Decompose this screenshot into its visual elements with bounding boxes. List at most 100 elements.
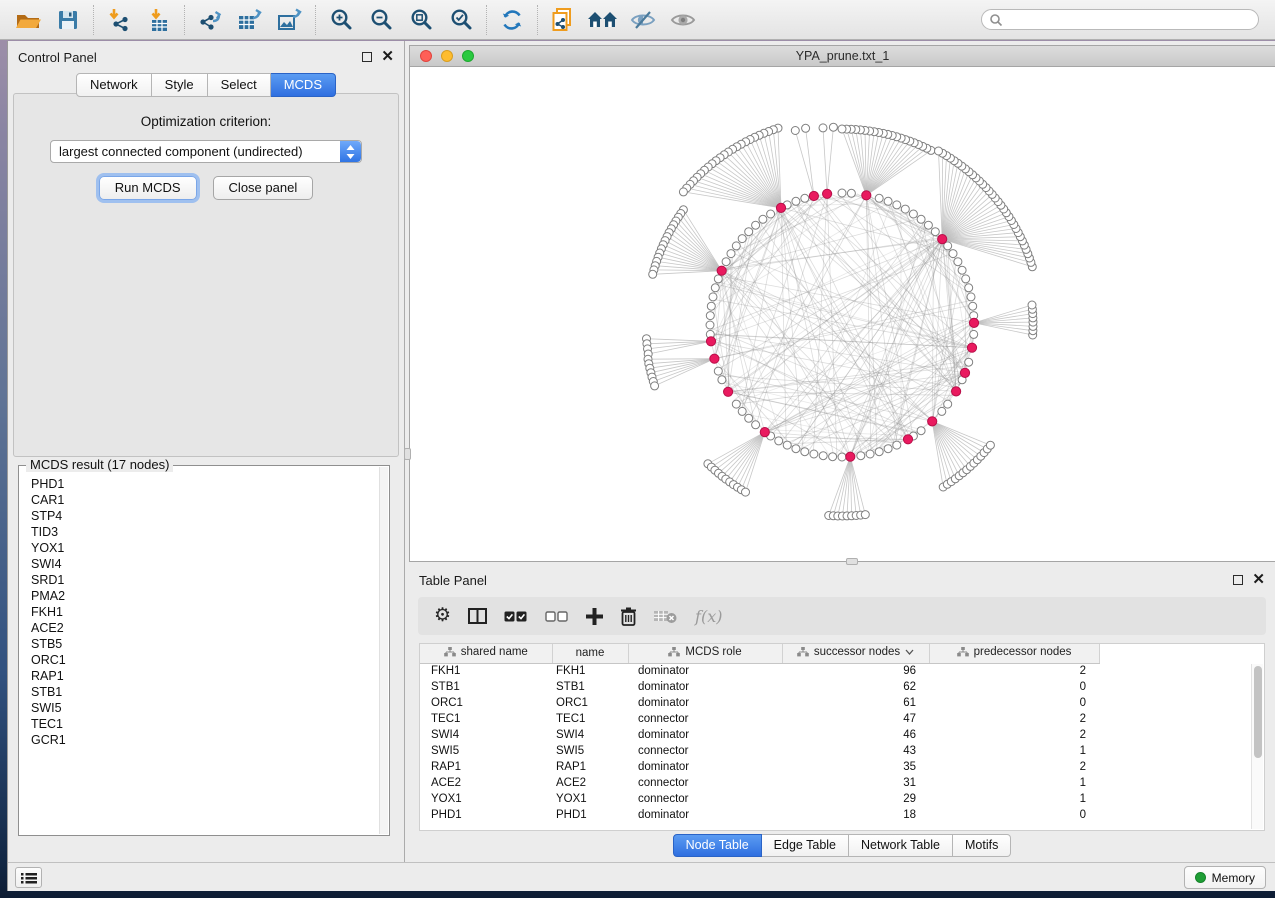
table-cell[interactable]: 35 — [782, 759, 929, 775]
table-cell[interactable]: dominator — [628, 807, 782, 823]
delete-table-icon[interactable] — [654, 608, 678, 624]
table-cell[interactable]: dominator — [628, 663, 782, 679]
refresh-button[interactable] — [492, 3, 532, 37]
import-table-button[interactable] — [139, 3, 179, 37]
table-cell[interactable]: YOX1 — [552, 791, 628, 807]
close-panel-icon[interactable]: ✕ — [381, 52, 394, 62]
mcds-result-scrollbar[interactable] — [379, 467, 388, 834]
node-table-header-row[interactable]: shared namenameMCDS rolesuccessor nodesp… — [420, 644, 1264, 663]
close-panel-icon[interactable]: ✕ — [1252, 575, 1265, 585]
export-network-button[interactable] — [190, 3, 230, 37]
table-cell[interactable]: RAP1 — [420, 759, 552, 775]
delete-column-icon[interactable] — [620, 607, 637, 626]
table-row[interactable]: STB1STB1dominator620 — [420, 679, 1264, 695]
table-cell[interactable]: STB1 — [420, 679, 552, 695]
table-cell[interactable]: 2 — [929, 711, 1099, 727]
network-canvas[interactable] — [410, 67, 1275, 561]
run-mcds-button[interactable]: Run MCDS — [99, 176, 197, 200]
save-session-button[interactable] — [48, 3, 88, 37]
table-row[interactable]: SWI5SWI5connector431 — [420, 743, 1264, 759]
column-header-shared-name[interactable]: shared name — [420, 644, 552, 663]
table-cell[interactable]: 29 — [782, 791, 929, 807]
table-cell[interactable]: TEC1 — [552, 711, 628, 727]
table-cell[interactable]: 96 — [782, 663, 929, 679]
table-cell[interactable]: FKH1 — [420, 663, 552, 679]
table-row[interactable]: SWI4SWI4dominator462 — [420, 727, 1264, 743]
mcds-result-item[interactable]: STB1 — [31, 684, 389, 700]
function-builder-icon[interactable]: f(x) — [695, 607, 722, 626]
mcds-result-item[interactable]: RAP1 — [31, 668, 389, 684]
table-cell[interactable]: connector — [628, 711, 782, 727]
mcds-result-item[interactable]: TEC1 — [31, 716, 389, 732]
table-cell[interactable]: 1 — [929, 775, 1099, 791]
hide-selected-button[interactable] — [623, 3, 663, 37]
table-cell[interactable]: SWI5 — [552, 743, 628, 759]
mcds-result-item[interactable]: GCR1 — [31, 732, 389, 748]
mcds-result-item[interactable]: YOX1 — [31, 540, 389, 556]
search-box[interactable] — [981, 9, 1259, 30]
mcds-result-item[interactable]: PHD1 — [31, 476, 389, 492]
column-header-predecessor-nodes[interactable]: predecessor nodes — [929, 644, 1099, 663]
zoom-out-button[interactable] — [361, 3, 401, 37]
table-scrollbar-thumb[interactable] — [1254, 666, 1262, 758]
table-cell[interactable]: connector — [628, 791, 782, 807]
table-cell[interactable]: 2 — [929, 759, 1099, 775]
split-pane-icon[interactable] — [468, 608, 487, 624]
criterion-dropdown[interactable]: largest connected component (undirected) — [50, 140, 362, 163]
table-cell[interactable]: dominator — [628, 695, 782, 711]
table-row[interactable]: PHD1PHD1dominator180 — [420, 807, 1264, 823]
network-view-titlebar[interactable]: YPA_prune.txt_1 — [410, 46, 1275, 67]
open-session-button[interactable] — [8, 3, 48, 37]
column-header-MCDS-role[interactable]: MCDS role — [628, 644, 782, 663]
table-cell[interactable]: 46 — [782, 727, 929, 743]
mcds-result-item[interactable]: ORC1 — [31, 652, 389, 668]
tab-network[interactable]: Network — [76, 73, 152, 97]
close-panel-button[interactable]: Close panel — [213, 176, 314, 200]
deselect-all-icon[interactable] — [545, 610, 569, 623]
table-cell[interactable]: SWI5 — [420, 743, 552, 759]
table-cell[interactable]: RAP1 — [552, 759, 628, 775]
table-cell[interactable]: TEC1 — [420, 711, 552, 727]
table-cell[interactable]: SWI4 — [552, 727, 628, 743]
table-scrollbar[interactable] — [1251, 664, 1263, 829]
tab-style[interactable]: Style — [152, 73, 208, 97]
table-cell[interactable]: PHD1 — [552, 807, 628, 823]
mcds-result-item[interactable]: SWI5 — [31, 700, 389, 716]
memory-button[interactable]: Memory — [1184, 866, 1266, 889]
table-cell[interactable]: 62 — [782, 679, 929, 695]
column-header-name[interactable]: name — [552, 644, 628, 663]
network-graph[interactable] — [410, 67, 1275, 561]
mcds-result-list[interactable]: PHD1CAR1STP4TID3YOX1SWI4SRD1PMA2FKH1ACE2… — [19, 466, 389, 748]
table-cell[interactable]: 2 — [929, 727, 1099, 743]
zoom-selected-button[interactable] — [441, 3, 481, 37]
tab-motifs[interactable]: Motifs — [953, 834, 1011, 857]
table-cell[interactable]: 31 — [782, 775, 929, 791]
table-cell[interactable]: STB1 — [552, 679, 628, 695]
table-cell[interactable]: 1 — [929, 791, 1099, 807]
zoom-fit-button[interactable] — [401, 3, 441, 37]
table-row[interactable]: TEC1TEC1connector472 — [420, 711, 1264, 727]
zoom-in-button[interactable] — [321, 3, 361, 37]
float-panel-icon[interactable] — [362, 52, 372, 62]
mcds-result-item[interactable]: TID3 — [31, 524, 389, 540]
table-cell[interactable]: FKH1 — [552, 663, 628, 679]
tab-edge-table[interactable]: Edge Table — [762, 834, 849, 857]
select-all-icon[interactable] — [504, 610, 528, 623]
table-cell[interactable]: dominator — [628, 727, 782, 743]
table-cell[interactable]: ORC1 — [552, 695, 628, 711]
mcds-result-item[interactable]: SRD1 — [31, 572, 389, 588]
export-image-button[interactable] — [270, 3, 310, 37]
horizontal-splitter-handle[interactable] — [846, 558, 858, 565]
table-cell[interactable]: 2 — [929, 663, 1099, 679]
table-cell[interactable]: ACE2 — [552, 775, 628, 791]
table-cell[interactable]: dominator — [628, 759, 782, 775]
mcds-result-item[interactable]: FKH1 — [31, 604, 389, 620]
table-row[interactable]: ORC1ORC1dominator610 — [420, 695, 1264, 711]
tab-mcds[interactable]: MCDS — [271, 73, 336, 97]
import-network-button[interactable] — [99, 3, 139, 37]
table-cell[interactable]: 1 — [929, 743, 1099, 759]
tab-node-table[interactable]: Node Table — [673, 834, 762, 857]
table-cell[interactable]: 18 — [782, 807, 929, 823]
search-input[interactable] — [1003, 13, 1243, 27]
table-row[interactable]: RAP1RAP1dominator352 — [420, 759, 1264, 775]
